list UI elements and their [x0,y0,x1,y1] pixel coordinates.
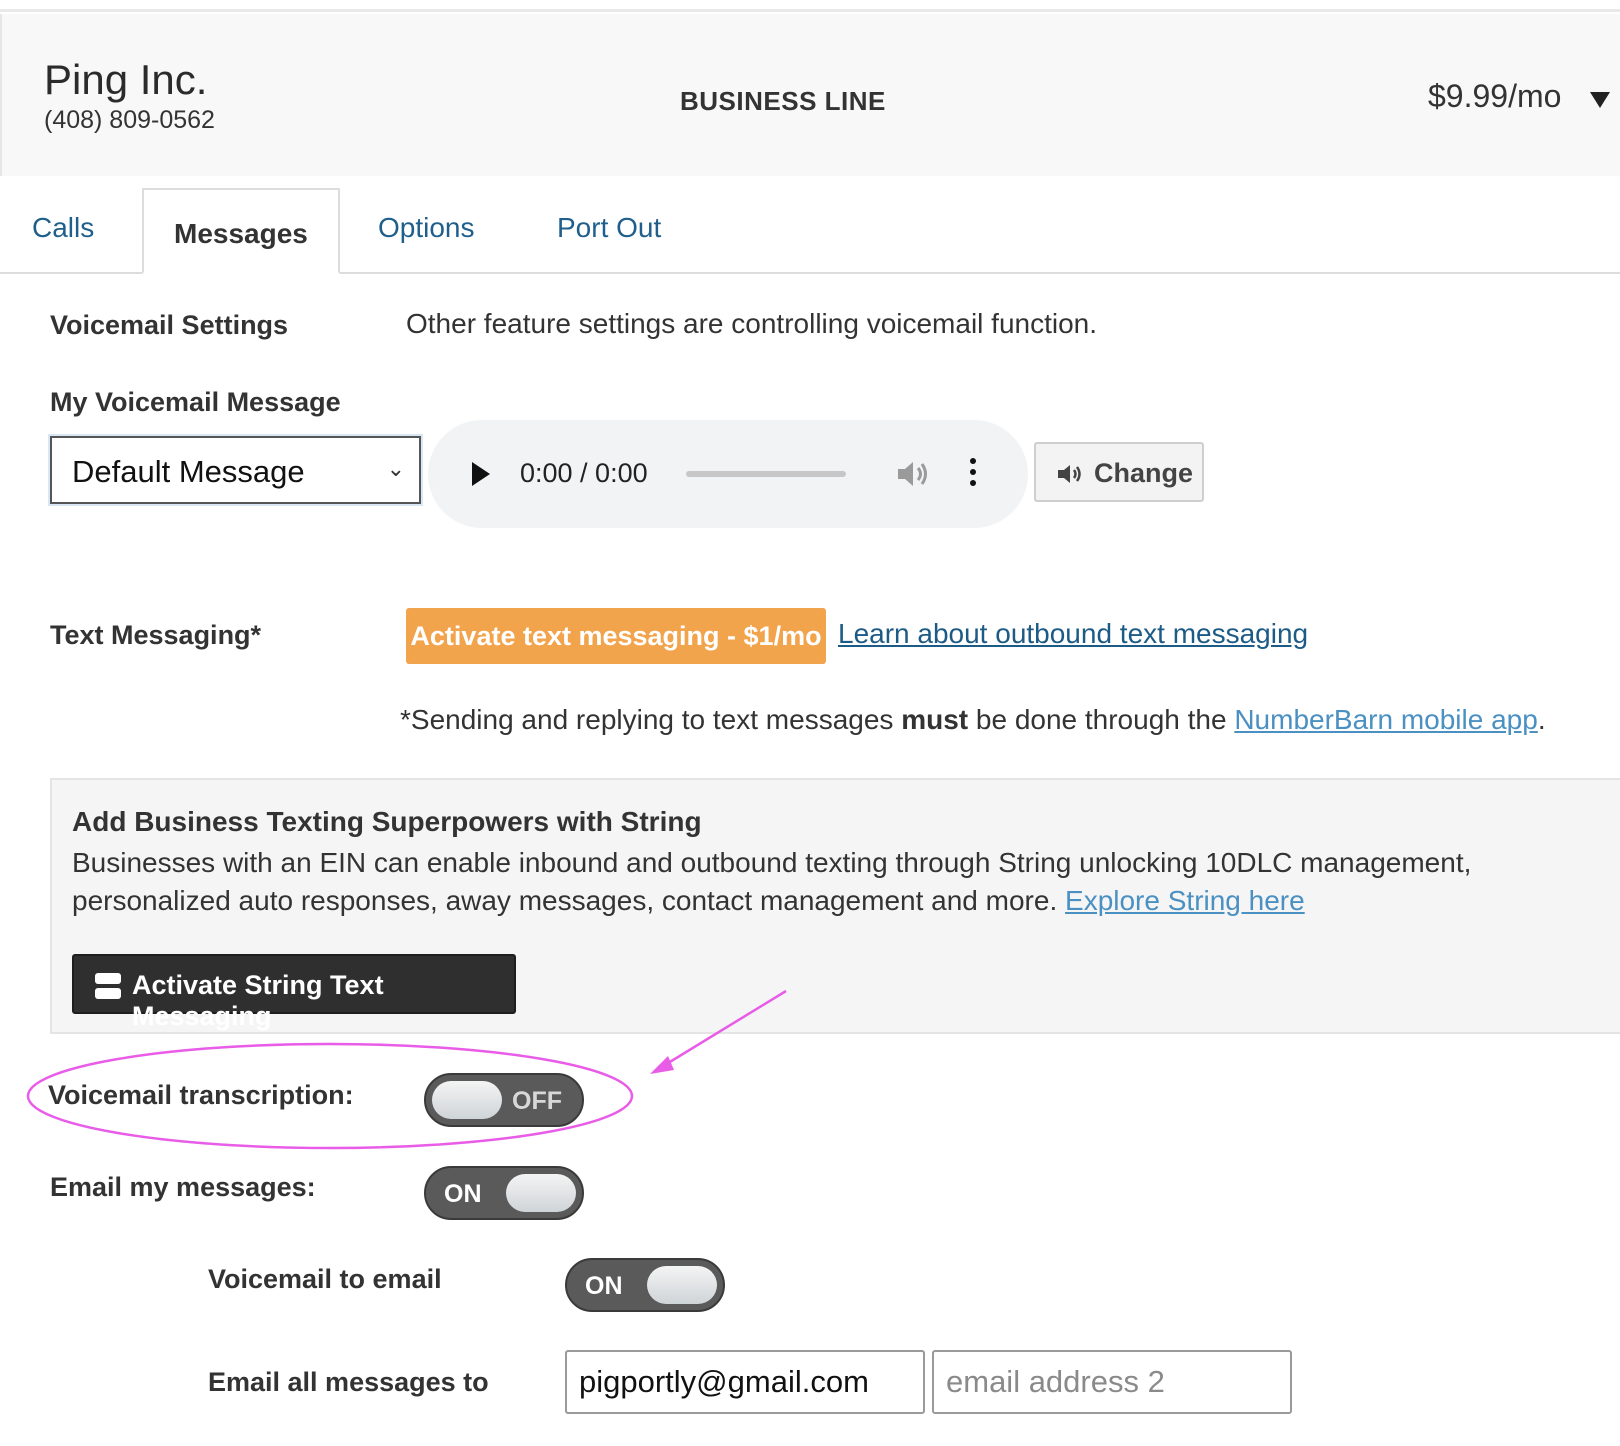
voicemail-settings-label: Voicemail Settings [50,310,289,340]
voicemail-to-email-label: Voicemail to email [208,1264,442,1294]
change-label: Change [1094,458,1194,488]
explore-string-link[interactable]: Explore String here [1065,885,1305,916]
tab-bar: Calls Messages Options Port Out [0,176,1620,274]
learn-outbound-link[interactable]: Learn about outbound text messaging [838,618,1308,649]
note-middle: be done through the [968,704,1235,735]
text-messaging-note: *Sending and replying to text messages m… [400,704,1546,736]
note-suffix: . [1537,704,1546,735]
caret-down-icon[interactable] [1590,92,1610,108]
activate-string-button[interactable]: Activate String Text Messaging [72,954,516,1031]
tab-port-out[interactable]: Port Out [557,212,661,244]
account-header: Ping Inc. (408) 809-0562 BUSINESS LINE $… [0,14,1620,176]
note-bold: must [901,704,969,735]
audio-player: 0:00 / 0:00 [428,420,1028,528]
voicemail-message-select[interactable]: Default Message ⌄ [50,436,421,504]
tab-calls[interactable]: Calls [32,212,94,244]
tab-options[interactable]: Options [378,212,475,244]
select-value: Default Message [72,454,305,489]
string-panel-title: Add Business Texting Superpowers with St… [72,806,702,837]
line-type: BUSINESS LINE [680,86,886,116]
voicemail-to-email-toggle[interactable]: ON [565,1258,725,1312]
activate-text-messaging-button[interactable]: Activate text messaging - $1/mo [406,608,826,664]
email-all-messages-label: Email all messages to [208,1367,489,1397]
string-logo-icon [95,973,121,999]
voicemail-transcription-toggle[interactable]: OFF [424,1073,584,1127]
voicemail-transcription-label: Voicemail transcription: [48,1080,354,1110]
phone-number: (408) 809-0562 [44,106,215,134]
toggle-knob [432,1081,502,1119]
numberbarn-app-link[interactable]: NumberBarn mobile app [1234,704,1538,735]
voicemail-message-label: My Voicemail Message [50,387,341,417]
toggle-state: ON [444,1180,482,1208]
tab-messages[interactable]: Messages [142,188,340,274]
activate-string-label: Activate String Text Messaging [132,970,384,1031]
note-prefix: *Sending and replying to text messages [400,704,902,735]
company-name: Ping Inc. [44,56,208,103]
player-time: 0:00 / 0:00 [520,458,648,488]
email-address-1-input[interactable] [565,1350,925,1414]
email-messages-label: Email my messages: [50,1172,316,1202]
email-messages-toggle[interactable]: ON [424,1166,584,1220]
progress-track[interactable] [686,471,846,477]
string-panel: Add Business Texting Superpowers with St… [50,778,1620,1034]
voicemail-settings-note: Other feature settings are controlling v… [406,308,1098,339]
email-address-2-input[interactable] [932,1350,1292,1414]
plan-price[interactable]: $9.99/mo [1428,78,1561,115]
toggle-state: OFF [512,1087,562,1115]
toggle-knob [647,1266,717,1304]
more-options-icon[interactable] [968,458,978,490]
string-panel-body: Businesses with an EIN can enable inboun… [72,844,1532,920]
toggle-knob [506,1174,576,1212]
text-messaging-label: Text Messaging* [50,620,262,650]
change-button[interactable]: Change [1034,442,1204,502]
play-icon[interactable] [472,462,490,486]
arrowhead-icon [650,1056,674,1074]
speaker-icon [1058,465,1081,483]
volume-icon[interactable] [894,456,930,492]
chevron-down-icon: ⌄ [386,456,405,481]
top-border [0,0,1620,12]
toggle-state: ON [585,1272,623,1300]
